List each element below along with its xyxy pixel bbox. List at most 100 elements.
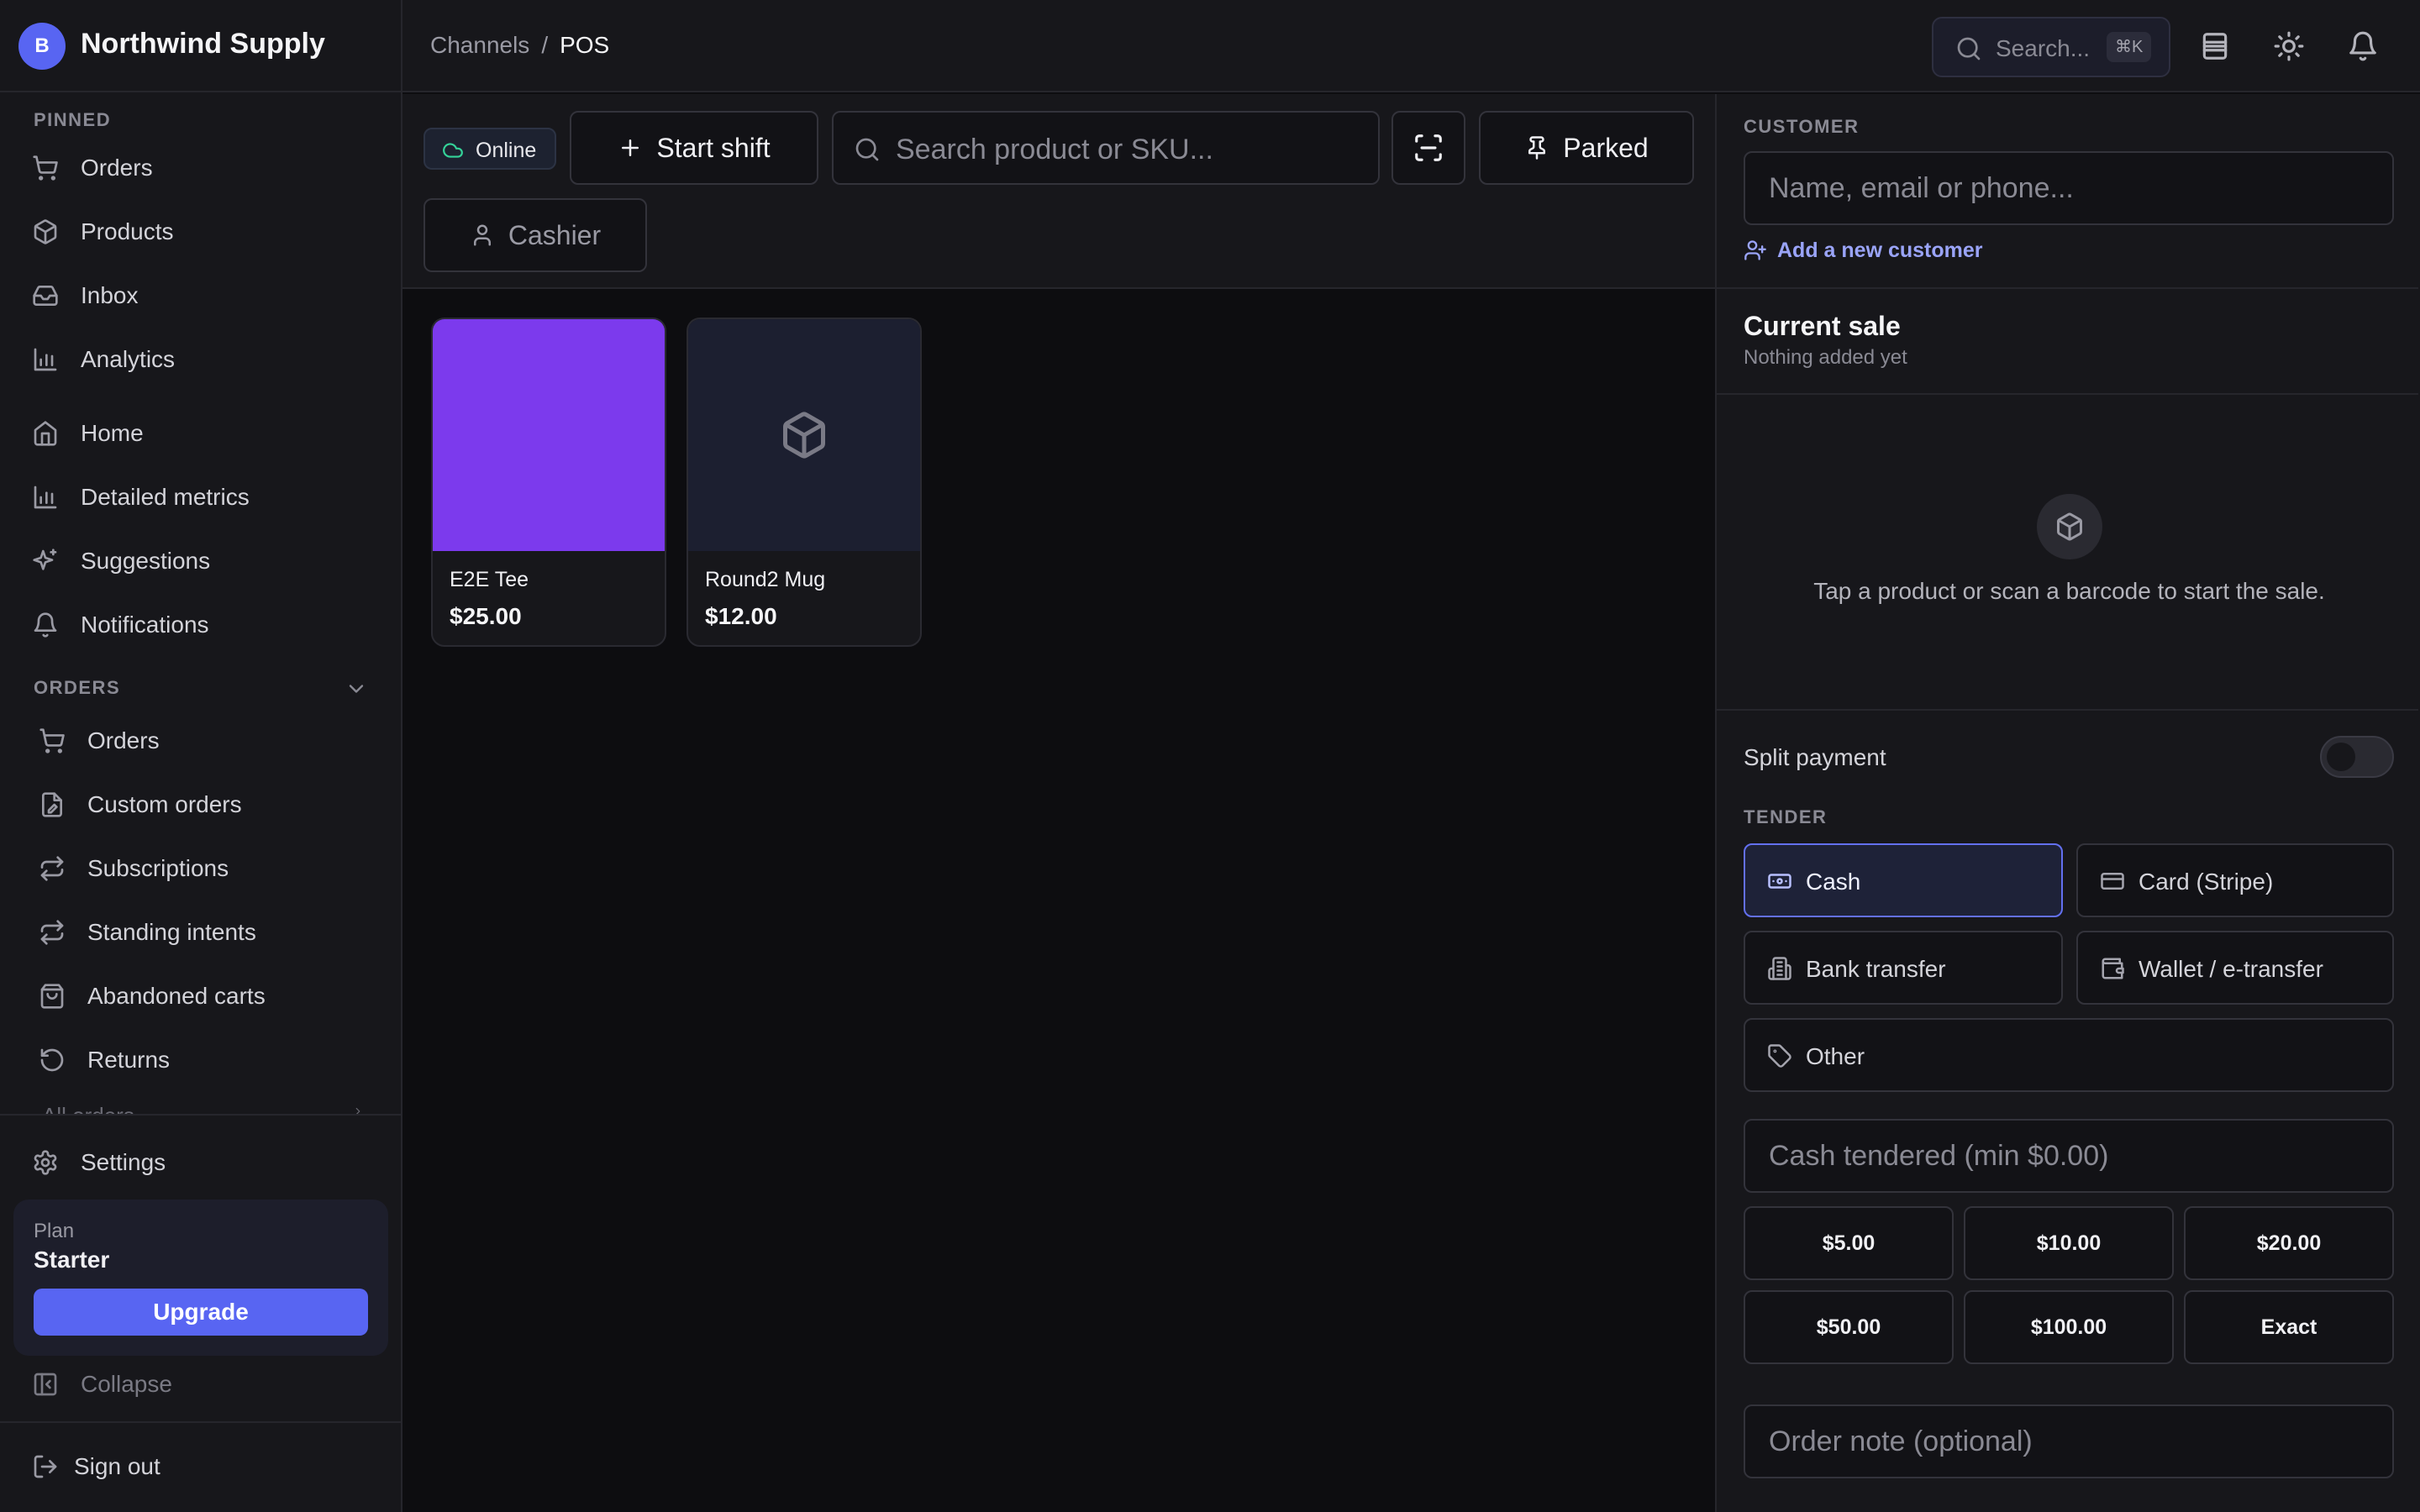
product-card[interactable]: E2E Tee $25.00 [431, 318, 666, 647]
upgrade-button[interactable]: Upgrade [34, 1289, 368, 1336]
quick-amount-button[interactable]: $5.00 [1744, 1206, 1954, 1280]
user-icon [473, 224, 491, 246]
tender-section-label: TENDER [1744, 806, 1828, 827]
sidebar-item-label: Suggestions [81, 548, 211, 574]
brand-header: B Northwind Supply [0, 0, 401, 92]
tender-bank-transfer-button[interactable]: Bank transfer [1744, 931, 2063, 1005]
online-status-label: Online [476, 139, 537, 162]
sidebar-item-orders[interactable]: Orders [0, 716, 401, 766]
quick-amount-button[interactable]: $20.00 [2184, 1206, 2394, 1280]
breadcrumb: Channels / POS [430, 32, 609, 59]
sidebar-item-settings[interactable]: Settings [0, 1137, 401, 1188]
sidebar-item-standing-intents[interactable]: Standing intents [0, 907, 401, 958]
sidebar-item-returns[interactable]: Returns [0, 1035, 401, 1085]
customer-section-label: CUSTOMER [1744, 116, 1860, 137]
sidebar-item-label: Detailed metrics [81, 484, 250, 510]
cash-icon [1768, 874, 1791, 889]
table-icon[interactable] [2199, 30, 2231, 62]
box-icon [783, 412, 825, 459]
sidebar-item-label: Abandoned carts [87, 983, 266, 1009]
search-icon [1957, 37, 1981, 60]
sidebar-item-suggestions[interactable]: Suggestions [0, 536, 401, 586]
sidebar-item-abandoned-carts[interactable]: Abandoned carts [0, 971, 401, 1021]
customer-search-input[interactable]: Name, email or phone... [1744, 151, 2394, 225]
sidebar: B Northwind Supply PINNED Orders Product… [0, 0, 402, 1512]
sidebar-item-label: Orders [81, 155, 153, 181]
cashier-button[interactable]: Cashier [424, 198, 647, 272]
collapse-sidebar-button[interactable]: Collapse [0, 1359, 401, 1410]
plus-icon [622, 139, 639, 156]
sidebar-item-subscriptions[interactable]: Subscriptions [0, 843, 401, 894]
sun-icon[interactable] [2273, 30, 2305, 62]
home-icon [34, 421, 57, 446]
bell-icon[interactable] [2347, 30, 2379, 62]
sidebar-item-products[interactable]: Products [0, 207, 401, 257]
parked-sales-button[interactable]: Parked [1479, 111, 1694, 185]
tender-cash-button[interactable]: Cash [1744, 843, 2063, 917]
start-shift-button[interactable]: Start shift [570, 111, 818, 185]
sidebar-item-label: Home [81, 420, 144, 446]
tender-label: Wallet / e-transfer [2139, 956, 2323, 982]
product-grid: E2E Tee $25.00 Round2 Mug $12.00 [402, 289, 1715, 1512]
sidebar-item-label: Subscriptions [87, 855, 229, 881]
breadcrumb-current: POS [560, 32, 610, 58]
order-note-input[interactable]: Order note (optional) [1744, 1404, 2394, 1478]
split-payment-toggle[interactable] [2320, 736, 2394, 778]
sidebar-item-label: Returns [87, 1047, 171, 1073]
product-search-input[interactable]: Search product or SKU... [832, 111, 1380, 185]
cash-tendered-input[interactable]: Cash tendered (min $0.00) [1744, 1119, 2394, 1193]
sidebar-item-label: Orders [87, 727, 160, 753]
sidebar-item-notifications[interactable]: Notifications [0, 600, 401, 650]
global-search-input[interactable]: Search... ⌘K [1932, 17, 2170, 77]
empty-cart-badge [2037, 494, 2102, 559]
online-status-badge: Online [424, 128, 556, 170]
sidebar-item-label: Inbox [81, 282, 139, 308]
section-label-orders: ORDERS [34, 677, 121, 698]
sign-out-button[interactable]: Sign out [0, 1441, 401, 1492]
quick-amount-button[interactable]: $100.00 [1964, 1290, 2174, 1364]
repeat-icon [40, 856, 64, 881]
sidebar-item-home[interactable]: Home [0, 408, 401, 459]
scan-barcode-button[interactable] [1392, 111, 1465, 185]
brand-name[interactable]: Northwind Supply [81, 28, 325, 60]
tender-label: Bank transfer [1806, 956, 1946, 982]
product-name: Round2 Mug [705, 568, 826, 591]
rotate-ccw-icon [40, 1048, 64, 1072]
cloud-icon [443, 143, 463, 158]
bar-chart-icon [34, 348, 57, 371]
breadcrumb-parent[interactable]: Channels [430, 32, 529, 59]
sidebar-item-pinned-orders[interactable]: Orders [0, 143, 401, 193]
current-sale-subtitle: Nothing added yet [1744, 346, 1907, 369]
sidebar-item-label: Custom orders [87, 791, 242, 817]
quick-amount-button[interactable]: $10.00 [1964, 1206, 2174, 1280]
tender-other-button[interactable]: Other [1744, 1018, 2394, 1092]
quick-amount-button[interactable]: $50.00 [1744, 1290, 1954, 1364]
scan-icon [1415, 134, 1442, 161]
bar-chart-icon [34, 486, 57, 509]
split-payment-label: Split payment [1744, 744, 1886, 770]
divider [1717, 709, 2418, 711]
sidebar-item-detailed-metrics[interactable]: Detailed metrics [0, 472, 401, 522]
sidebar-item-analytics[interactable]: Analytics [0, 334, 401, 385]
sidebar-item-custom-orders[interactable]: Custom orders [0, 780, 401, 830]
empty-sale-message: Tap a product or scan a barcode to start… [1813, 578, 2325, 604]
tender-card-button[interactable]: Card (Stripe) [2076, 843, 2394, 917]
section-label-pinned: PINNED [34, 109, 112, 130]
cashier-label: Cashier [508, 219, 602, 250]
sidebar-item-inbox[interactable]: Inbox [0, 270, 401, 321]
brand-logo[interactable]: B [18, 23, 66, 70]
gear-icon [34, 1150, 57, 1175]
exact-amount-button[interactable]: Exact [2184, 1290, 2394, 1364]
search-icon [855, 138, 879, 161]
product-card[interactable]: Round2 Mug $12.00 [687, 318, 922, 647]
chevron-down-icon[interactable] [345, 677, 368, 701]
tender-label: Card (Stripe) [2139, 869, 2274, 895]
tender-wallet-button[interactable]: Wallet / e-transfer [2076, 931, 2394, 1005]
plan-label: Plan [34, 1220, 75, 1242]
current-sale-title: Current sale [1744, 311, 1901, 341]
sidebar-item-label: Settings [81, 1149, 166, 1175]
log-out-icon [34, 1455, 57, 1478]
divider [1717, 287, 2418, 289]
product-image-placeholder [688, 319, 920, 551]
topbar: Channels / POS Search... ⌘K [402, 0, 2420, 92]
